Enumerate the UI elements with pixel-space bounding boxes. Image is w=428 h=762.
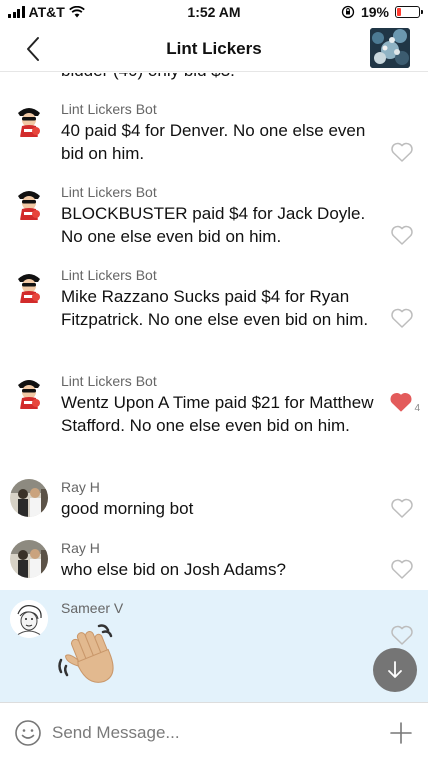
bot-avatar[interactable]: [10, 101, 48, 139]
waving-hand-emoji: [58, 624, 114, 683]
chat-title[interactable]: Lint Lickers: [0, 39, 428, 59]
message-sender: Lint Lickers Bot: [61, 101, 157, 117]
heart-outline-icon[interactable]: [390, 558, 414, 580]
message-sender: Sameer V: [61, 600, 124, 616]
message-list[interactable]: bidder (40) only bid $3. Lint Lickers Bo…: [0, 73, 428, 702]
chat-header: Lint Lickers: [0, 26, 428, 72]
heart-outline-icon[interactable]: [390, 624, 414, 646]
message-text: Wentz Upon A Time paid $21 for Matthew S…: [61, 393, 374, 435]
heart-outline-icon[interactable]: [390, 307, 414, 329]
battery-percent: 19%: [360, 4, 389, 20]
message-item[interactable]: Ray H good morning bot: [0, 473, 428, 533]
message-text: Mike Razzano Sucks paid $4 for Ryan Fitz…: [61, 287, 369, 329]
orientation-lock-icon: [341, 5, 355, 19]
bot-avatar[interactable]: [10, 267, 48, 305]
user-photo-avatar[interactable]: [10, 540, 48, 578]
message-item[interactable]: Lint Lickers Bot 40 paid $4 for Denver. …: [0, 95, 428, 175]
message-text: who else bid on Josh Adams?: [61, 560, 286, 579]
heart-outline-icon[interactable]: [390, 141, 414, 163]
message-item-highlighted[interactable]: Sameer V: [0, 590, 428, 702]
message-input[interactable]: [52, 717, 352, 749]
heart-outline-icon[interactable]: [390, 224, 414, 246]
status-right: 19%: [341, 4, 423, 20]
smiley-icon[interactable]: [14, 719, 42, 747]
message-text: good morning bot: [61, 499, 194, 518]
heart-filled-icon[interactable]: [389, 391, 413, 413]
partial-message-text: bidder (40) only bid $3.: [61, 73, 235, 81]
message-sender: Ray H: [61, 479, 100, 495]
user-photo-avatar[interactable]: [10, 479, 48, 517]
group-photo: [370, 28, 410, 68]
plus-icon[interactable]: [388, 720, 414, 746]
message-text: 40 paid $4 for Denver. No one else even …: [61, 121, 366, 163]
message-composer: [0, 702, 428, 762]
message-sender: Ray H: [61, 540, 100, 556]
like-count: 4: [414, 403, 420, 414]
arrow-down-icon: [388, 661, 402, 678]
message-item[interactable]: Lint Lickers Bot Mike Razzano Sucks paid…: [0, 261, 428, 365]
message-item[interactable]: Ray H who else bid on Josh Adams?: [0, 534, 428, 590]
message-text: BLOCKBUSTER paid $4 for Jack Doyle. No o…: [61, 204, 366, 246]
scroll-to-bottom-button[interactable]: [373, 648, 417, 692]
message-item[interactable]: Lint Lickers Bot Wentz Upon A Time paid …: [0, 367, 428, 471]
status-bar: AT&T 1:52 AM 19%: [0, 0, 428, 26]
heart-outline-icon[interactable]: [390, 497, 414, 519]
message-sender: Lint Lickers Bot: [61, 373, 157, 389]
group-avatar[interactable]: [370, 28, 410, 68]
message-sender: Lint Lickers Bot: [61, 184, 157, 200]
message-sender: Lint Lickers Bot: [61, 267, 157, 283]
bot-avatar[interactable]: [10, 184, 48, 222]
message-item[interactable]: Lint Lickers Bot BLOCKBUSTER paid $4 for…: [0, 178, 428, 258]
battery-level-fill: [397, 8, 401, 16]
bot-avatar[interactable]: [10, 373, 48, 411]
battery-icon: [395, 6, 423, 18]
sketch-avatar[interactable]: [10, 600, 48, 638]
